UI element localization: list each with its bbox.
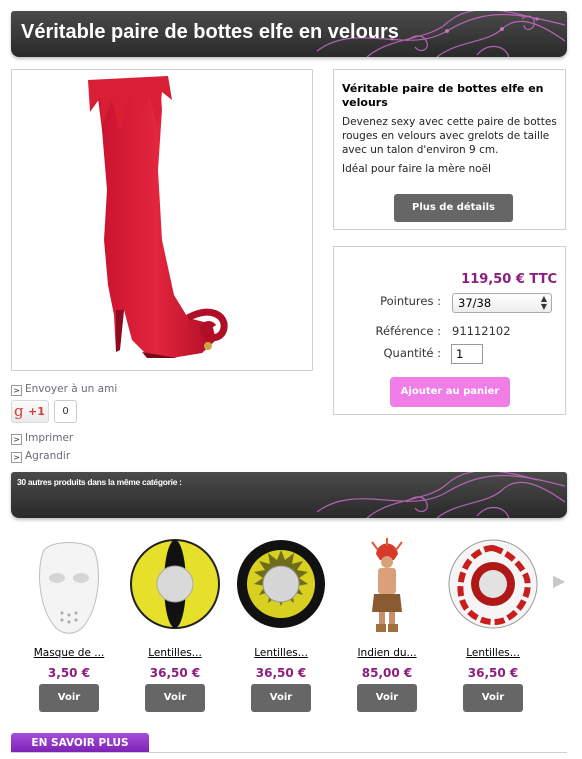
arrow-right-icon: > xyxy=(11,434,22,445)
product-name[interactable]: Lentilles... xyxy=(446,647,540,659)
swirl-decoration-icon xyxy=(316,472,566,518)
product-price: 36,50 € xyxy=(149,666,201,680)
product-name[interactable]: Lentilles... xyxy=(128,647,222,659)
view-button[interactable]: Voir xyxy=(463,684,523,712)
google-plus-button[interactable]: g +1 xyxy=(11,400,49,423)
view-button[interactable]: Voir xyxy=(251,684,311,712)
send-to-friend-label: Envoyer à un ami xyxy=(25,383,118,395)
product-image[interactable] xyxy=(11,69,313,371)
arrow-right-icon: > xyxy=(11,385,22,396)
product-description-box: Véritable paire de bottes elfe en velour… xyxy=(333,69,566,230)
page-title: Véritable paire de bottes elfe en velour… xyxy=(21,21,399,43)
print-label: Imprimer xyxy=(25,432,74,444)
view-button[interactable]: Voir xyxy=(357,684,417,712)
size-select[interactable]: 37/38 ▲ ▼ xyxy=(452,293,552,313)
print-link[interactable]: > Imprimer xyxy=(11,432,73,445)
arrow-right-icon: > xyxy=(11,452,22,463)
add-to-cart-button[interactable]: Ajouter au panier xyxy=(390,377,510,407)
view-button[interactable]: Voir xyxy=(39,684,99,712)
send-to-friend-link[interactable]: > Envoyer à un ami xyxy=(11,383,117,396)
white-mask-icon xyxy=(39,542,99,634)
product-price: 36,50 € xyxy=(467,666,519,680)
plus-one-label: +1 xyxy=(28,405,45,418)
product-name[interactable]: Masque de ... xyxy=(22,647,116,659)
google-g-icon: g xyxy=(14,402,24,420)
size-value: 37/38 xyxy=(458,296,492,310)
google-plus-count: 0 xyxy=(54,400,77,423)
more-info-tab[interactable]: EN SAVOIR PLUS xyxy=(11,733,149,753)
related-products-header: 30 autres produits dans la même catégori… xyxy=(11,472,567,518)
indian-costume-icon xyxy=(371,538,403,632)
product-name[interactable]: Lentilles... xyxy=(234,647,328,659)
yellow-black-lens-icon xyxy=(237,540,325,628)
reference-label: Référence : xyxy=(375,324,441,338)
more-details-button[interactable]: Plus de détails xyxy=(394,194,513,222)
quantity-label: Quantité : xyxy=(383,346,442,360)
size-label: Pointures : xyxy=(380,294,441,308)
blood-lens-icon xyxy=(448,539,538,629)
carousel-next-icon[interactable]: ▶ xyxy=(553,571,565,590)
description-text: Devenez sexy avec cette paire de bottes … xyxy=(342,116,557,156)
product-price: 36,50 € xyxy=(255,666,307,680)
description-text-2: Idéal pour faire la mère noël xyxy=(342,163,491,175)
yellow-cat-eye-lens-icon xyxy=(130,539,220,629)
product-price: 85,00 € xyxy=(361,666,413,680)
red-boot-icon xyxy=(88,76,228,358)
select-arrows-icon: ▲ ▼ xyxy=(540,294,547,311)
enlarge-label: Agrandir xyxy=(25,450,71,462)
quantity-input[interactable]: 1 xyxy=(451,344,483,364)
related-products-title: 30 autres produits dans la même catégori… xyxy=(17,477,182,487)
view-button[interactable]: Voir xyxy=(145,684,205,712)
enlarge-link[interactable]: > Agrandir xyxy=(11,450,70,463)
product-price: 3,50 € xyxy=(47,666,91,680)
description-title: Véritable paire de bottes elfe en velour… xyxy=(342,82,544,109)
product-price: 119,50 € TTC xyxy=(461,272,557,287)
purchase-box: 119,50 € TTC Pointures : 37/38 ▲ ▼ Référe… xyxy=(333,246,566,415)
product-title-bar: Véritable paire de bottes elfe en velour… xyxy=(11,11,567,57)
reference-value: 91112102 xyxy=(452,324,511,338)
tab-divider xyxy=(11,752,567,753)
product-name[interactable]: Indien du... xyxy=(340,647,434,659)
